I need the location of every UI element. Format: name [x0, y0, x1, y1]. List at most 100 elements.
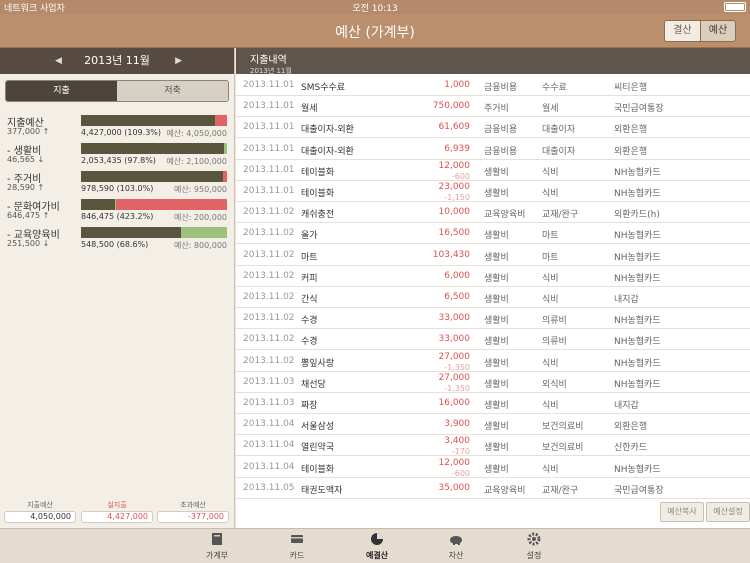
piggy-bank-icon: [450, 536, 462, 545]
expense-row[interactable]: 2013.11.02 간식 6,500 생활비 식비 내지갑: [236, 287, 750, 308]
budget-spent: 846,475 (423.2%): [81, 212, 154, 221]
tab-expense[interactable]: 지출: [6, 81, 117, 101]
budget-diff: 46,565 ↓: [7, 155, 45, 164]
copy-budget-button[interactable]: 예산복사: [660, 502, 704, 522]
tab-budget[interactable]: 예결산: [347, 531, 407, 561]
expense-payment: 외환카드(h): [614, 210, 660, 221]
expense-date: 2013.11.01: [243, 164, 295, 175]
expense-category: 생활비: [484, 337, 509, 348]
expense-date: 2013.11.02: [243, 228, 295, 239]
budget-spent: 2,053,435 (97.8%): [81, 156, 156, 165]
expense-row[interactable]: 2013.11.01 월세 750,000 주거비 월세 국민급여통장: [236, 96, 750, 118]
expense-payment: NH농협카드: [614, 316, 661, 327]
gear-icon: [527, 532, 541, 546]
expense-subcategory: 교재/완구: [542, 485, 579, 496]
tab-saving[interactable]: 저축: [117, 81, 228, 101]
segment-budget[interactable]: 예산: [700, 21, 735, 41]
expense-row[interactable]: 2013.11.02 수경 33,000 생활비 의류비 NH농협카드: [236, 329, 750, 351]
expense-payment: NH농협카드: [614, 337, 661, 348]
budget-row[interactable]: - 교육양육비 251,500 ↓ 548,500 (68.6%) 예산: 800,0…: [0, 226, 235, 254]
expense-amount: 6,000: [444, 270, 470, 281]
expense-payment: 외환은행: [614, 125, 648, 136]
expense-amount: 3,900: [444, 419, 470, 430]
list-title: 지출내역: [250, 55, 287, 66]
expense-subcategory: 보건의료비: [542, 443, 584, 454]
expense-subcategory: 월세: [542, 104, 559, 115]
tab-card[interactable]: 카드: [267, 531, 327, 561]
expense-subcategory: 식비: [542, 189, 559, 199]
battery-icon: [724, 2, 746, 12]
expense-category: 생활비: [484, 167, 509, 178]
expense-row[interactable]: 2013.11.01 대출이자-외환 61,609 금융비용 대출이자 외환은행: [236, 117, 750, 139]
expense-row[interactable]: 2013.11.01 테이블화 23,000 -1,150 생활비 식비 NH농협카드: [236, 181, 750, 202]
budget-progress-bar: [81, 171, 227, 182]
expense-category: 금융비용: [484, 146, 518, 157]
tab-assets[interactable]: 자산: [426, 531, 486, 561]
expense-category: 생활비: [484, 401, 509, 411]
expense-row[interactable]: 2013.11.04 서울삼성 3,900 생활비 보건의료비 외환은행: [236, 414, 750, 436]
budget-row[interactable]: - 생활비 46,565 ↓ 2,053,435 (97.8%) 예산: 2,100,…: [0, 142, 235, 170]
expense-discount: -600: [451, 171, 470, 181]
expense-subcategory: 식비: [542, 295, 559, 305]
budget-row[interactable]: - 문화여가비 646,475 ↑ 846,475 (423.2%) 예산: 200,…: [0, 198, 235, 226]
budget-progress-fill: [81, 143, 224, 154]
prev-month-icon[interactable]: ◀: [55, 48, 62, 74]
expense-item: 짜장: [301, 401, 318, 411]
budget-row[interactable]: - 주거비 28,590 ↑ 978,590 (103.0%) 예산: 950,000: [0, 170, 235, 198]
expense-row[interactable]: 2013.11.02 올가 16,500 생활비 마트 NH농협카드: [236, 223, 750, 245]
expense-payment: NH농협카드: [614, 231, 661, 242]
expense-item: 테이블화: [301, 464, 335, 475]
budget-actions: 예산복사 예산설정: [658, 502, 750, 522]
total-budget: 지출예산 4,050,000: [4, 500, 76, 523]
expense-amount: 1,000: [444, 80, 470, 90]
expense-item: SMS수수료: [301, 83, 346, 93]
expense-amount: 61,609: [438, 122, 471, 133]
expense-row[interactable]: 2013.11.01 SMS수수료 1,000 금융비용 수수료 씨티은행: [236, 75, 750, 96]
expense-date: 2013.11.01: [243, 101, 295, 112]
expense-payment: NH농협카드: [614, 252, 661, 263]
expense-row[interactable]: 2013.11.01 테이블화 12,000 -600 생활비 식비 NH농협카드: [236, 160, 750, 181]
expense-row[interactable]: 2013.11.03 채선당 27,000 -1,350 생활비 외식비 NH농협카드: [236, 372, 750, 393]
expense-date: 2013.11.04: [243, 440, 295, 451]
expense-date: 2013.11.03: [243, 376, 295, 387]
expense-amount: 6,939: [444, 143, 470, 154]
clock: 오전 10:13: [352, 4, 398, 14]
expense-row[interactable]: 2013.11.02 마트 103,430 생활비 마트 NH농협카드: [236, 245, 750, 266]
expense-row[interactable]: 2013.11.04 열린약국 3,400 -170 생활비 보건의료비 신한카드: [236, 435, 750, 457]
expense-payment: NH농협카드: [614, 464, 661, 475]
expense-row[interactable]: 2013.11.02 커피 6,000 생활비 식비 NH농협카드: [236, 266, 750, 287]
expense-row[interactable]: 2013.11.02 수경 33,000 생활비 의류비 NH농협카드: [236, 308, 750, 330]
expense-payment: NH농협카드: [614, 189, 661, 199]
expense-item: 올가: [301, 231, 318, 242]
expense-date: 2013.11.01: [243, 143, 295, 154]
next-month-icon[interactable]: ▶: [175, 48, 182, 74]
expense-row[interactable]: 2013.11.02 캐쉬충전 10,000 교육양육비 교재/완구 외환카드(h): [236, 202, 750, 224]
segment-settlement[interactable]: 결산: [665, 21, 700, 41]
expense-category: 생활비: [484, 252, 509, 263]
total-budget-value: 4,050,000: [4, 511, 76, 523]
expense-amount: 103,430: [432, 249, 470, 260]
expense-category: 교육양육비: [484, 210, 526, 221]
expense-row[interactable]: 2013.11.05 태권도액자 35,000 교육양육비 교재/완구 국민급여통장: [236, 478, 750, 499]
expense-amount: 12,000: [438, 160, 471, 171]
budget-setting-button[interactable]: 예산설정: [706, 502, 750, 522]
expense-amount: 33,000: [438, 313, 471, 324]
expense-payment: 외환은행: [614, 422, 648, 433]
expense-row[interactable]: 2013.11.01 대출이자-외환 6,939 금융비용 대출이자 외환은행: [236, 139, 750, 160]
expense-amount: 33,000: [438, 334, 471, 345]
tab-ledger[interactable]: 가계부: [187, 531, 247, 561]
expense-payment: NH농협카드: [614, 167, 661, 178]
expense-payment: NH농협카드: [614, 379, 661, 390]
expense-payment: 국민급여통장: [614, 485, 664, 496]
expense-subcategory: 교재/완구: [542, 210, 579, 221]
expense-date: 2013.11.01: [243, 186, 295, 196]
tab-settings[interactable]: 설정: [504, 531, 564, 561]
month-label: 2013년 11월: [84, 54, 150, 67]
expense-subcategory: 식비: [542, 358, 559, 369]
expense-item: 테이블화: [301, 189, 335, 199]
budget-row[interactable]: 지출예산 377,000 ↑ 4,427,000 (109.3%) 예산: 4,050…: [0, 114, 235, 142]
expense-row[interactable]: 2013.11.03 짜장 16,000 생활비 식비 내지갑: [236, 393, 750, 414]
expense-row[interactable]: 2013.11.02 뽕잎사랑 27,000 -1,350 생활비 식비 NH농협카드: [236, 351, 750, 372]
expense-row[interactable]: 2013.11.04 테이블화 12,000 -600 생활비 식비 NH농협카드: [236, 457, 750, 478]
expense-date: 2013.11.05: [243, 482, 295, 493]
